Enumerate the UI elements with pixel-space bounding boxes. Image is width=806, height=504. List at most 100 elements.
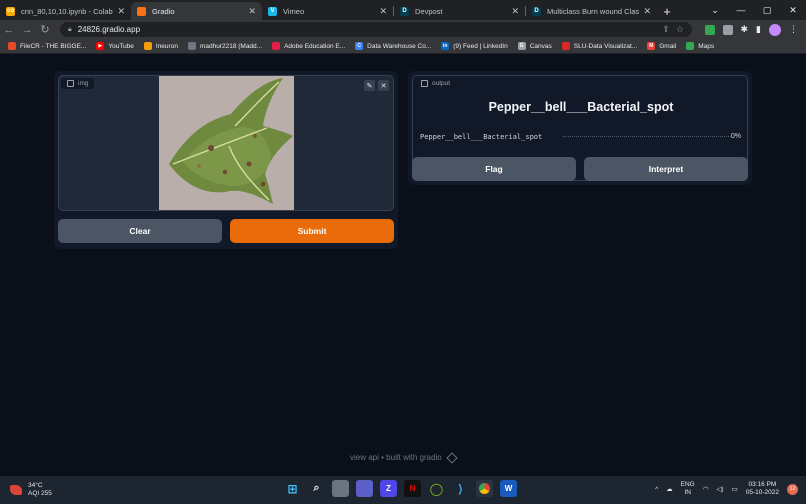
lock-icon: 🔒︎ (68, 25, 72, 33)
menu-icon[interactable]: ⋮ (789, 24, 798, 35)
teams-chat-icon[interactable] (356, 480, 373, 497)
close-icon[interactable]: ✕ (378, 80, 389, 91)
filecr-icon (8, 42, 16, 50)
minimize-button[interactable]: — (728, 0, 754, 20)
prediction-title: Pepper__bell___Bacterial_spot (488, 100, 674, 114)
task-view-icon[interactable] (332, 480, 349, 497)
github-icon (187, 42, 196, 50)
extension-icon[interactable] (722, 24, 733, 35)
close-icon[interactable]: ✕ (643, 6, 651, 17)
interpret-button[interactable]: Interpret (584, 157, 748, 181)
app-circle-icon[interactable]: ◯ (428, 480, 445, 497)
tab-gradio[interactable]: Gradio ✕ (131, 2, 262, 20)
weather-widget[interactable]: 34°C AQI 255 (10, 482, 52, 498)
netflix-icon[interactable]: N (404, 480, 421, 497)
image-icon (67, 80, 74, 87)
leaf-photo (159, 76, 294, 210)
address-bar[interactable]: 🔒︎ 24826.gradio.app ⇪ ☆ (60, 22, 692, 37)
output-label: output (415, 78, 457, 89)
chevron-down-icon[interactable]: ⌄ (702, 0, 728, 20)
coursera-icon: C (355, 42, 364, 50)
forward-icon[interactable]: → (18, 24, 36, 36)
view-api-link[interactable]: view api (350, 453, 379, 462)
weather-text: 34°C AQI 255 (28, 482, 52, 498)
gmail-icon: M (647, 42, 656, 50)
close-window-button[interactable]: ✕ (780, 0, 806, 20)
shield-extension-icon[interactable] (704, 24, 715, 35)
tab-vimeo[interactable]: V Vimeo ✕ (262, 2, 393, 20)
bookmark-label: SLU-Data Visualizat... (573, 42, 638, 50)
system-tray: ^ ☁ ENG IN ◠ ◁) ▭ 03:16 PM 05-10-2022 12 (655, 481, 798, 497)
tab-devpost[interactable]: D Devpost ✕ (394, 2, 525, 20)
maximize-button[interactable]: ▢ (754, 0, 780, 20)
linkedin-icon: in (441, 42, 450, 50)
bookmark-youtube[interactable]: ▶ YouTube (96, 42, 134, 50)
bookmark-label: Canvas (529, 42, 552, 50)
avatar[interactable] (769, 23, 781, 36)
cloud-icon[interactable]: ☁ (666, 485, 673, 493)
maps-icon (686, 42, 695, 50)
search-icon[interactable]: ⌕ (308, 480, 325, 497)
clear-button[interactable]: Clear (58, 219, 222, 243)
close-icon[interactable]: ✕ (379, 6, 387, 17)
flag-button[interactable]: Flag (412, 157, 576, 181)
share-icon[interactable]: ⇪ (662, 24, 670, 35)
bookmark-filecr[interactable]: FileCR - THE BIGGE... (8, 42, 86, 50)
colab-icon: co (6, 6, 15, 16)
sidebar-icon[interactable]: ▮ (756, 24, 761, 35)
vscode-icon[interactable]: ⟩ (452, 480, 469, 497)
output-label-text: output (432, 80, 451, 87)
tab-label: Multiclass Burn wound Classific (547, 6, 640, 16)
bookmark-github[interactable]: madhur2218 (Madd... (187, 42, 262, 50)
google-icon: G (517, 42, 526, 50)
vimeo-icon: V (268, 6, 277, 16)
image-input[interactable]: img ✎ ✕ (58, 75, 394, 211)
word-icon[interactable]: W (500, 480, 517, 497)
puzzle-icon[interactable]: ✱ (741, 24, 749, 35)
weather-icon (10, 485, 22, 495)
bookmark-ineuron[interactable]: Ineuron (143, 42, 178, 50)
new-tab-button[interactable]: + (657, 2, 677, 20)
star-icon[interactable]: ☆ (676, 24, 684, 35)
bookmark-data-warehouse[interactable]: C Data Warehouse Co... (355, 42, 431, 50)
bookmarks-bar: FileCR - THE BIGGE... ▶ YouTube Ineuron m… (0, 39, 806, 54)
tab-colab[interactable]: co cnn_80,10,10.ipynb - Colaborato ✕ (0, 2, 131, 20)
gradio-page: img ✎ ✕ Clear Submit output Pepper__bell… (0, 55, 806, 476)
built-with-gradio-link[interactable]: built with gradio (386, 453, 442, 462)
toolbar-right: ✱ ▮ ⋮ (704, 21, 798, 38)
bookmark-canvas[interactable]: G Canvas (517, 42, 552, 50)
back-icon[interactable]: ← (0, 24, 18, 36)
close-icon[interactable]: ✕ (248, 6, 256, 17)
tab-label: Vimeo (283, 6, 305, 16)
tab-label: Gradio (152, 6, 175, 16)
bookmark-adobe[interactable]: Adobe Education E... (272, 42, 345, 50)
notification-badge[interactable]: 12 (787, 483, 798, 495)
youtube-icon: ▶ (96, 42, 105, 50)
submit-button[interactable]: Submit (230, 219, 394, 243)
bookmark-gmail[interactable]: M Gmail (647, 42, 676, 50)
windows-start-icon[interactable]: ⊞ (284, 480, 301, 497)
close-icon[interactable]: ✕ (117, 6, 125, 17)
bookmark-label: (9) Feed | LinkedIn (453, 42, 508, 50)
aqi: AQI 255 (28, 490, 52, 497)
close-icon[interactable]: ✕ (511, 6, 519, 17)
chevron-up-icon[interactable]: ^ (655, 486, 658, 493)
wifi-icon[interactable]: ◠ (703, 485, 709, 493)
input-label-text: img (78, 80, 89, 87)
bookmark-label: Ineuron (155, 42, 178, 50)
reload-icon[interactable]: ↻ (36, 23, 54, 36)
bookmark-maps[interactable]: Maps (686, 42, 714, 50)
language-indicator[interactable]: ENG IN (681, 481, 695, 497)
chrome-icon[interactable] (476, 480, 493, 497)
volume-icon[interactable]: ◁) (716, 485, 723, 493)
tab-multiclass[interactable]: D Multiclass Burn wound Classific ✕ (526, 2, 657, 20)
confidence-label: Pepper__bell___Bacterial_spot (420, 133, 543, 141)
edit-icon[interactable]: ✎ (364, 80, 375, 91)
battery-icon[interactable]: ▭ (732, 485, 738, 493)
bookmark-linkedin[interactable]: in (9) Feed | LinkedIn (441, 42, 508, 50)
clock[interactable]: 03:16 PM 05-10-2022 (746, 481, 779, 497)
devpost-icon: D (400, 6, 409, 16)
zoom-icon[interactable]: Z (380, 480, 397, 497)
bookmark-slu[interactable]: SLU-Data Visualizat... (561, 42, 638, 50)
date: 05-10-2022 (745, 489, 779, 496)
